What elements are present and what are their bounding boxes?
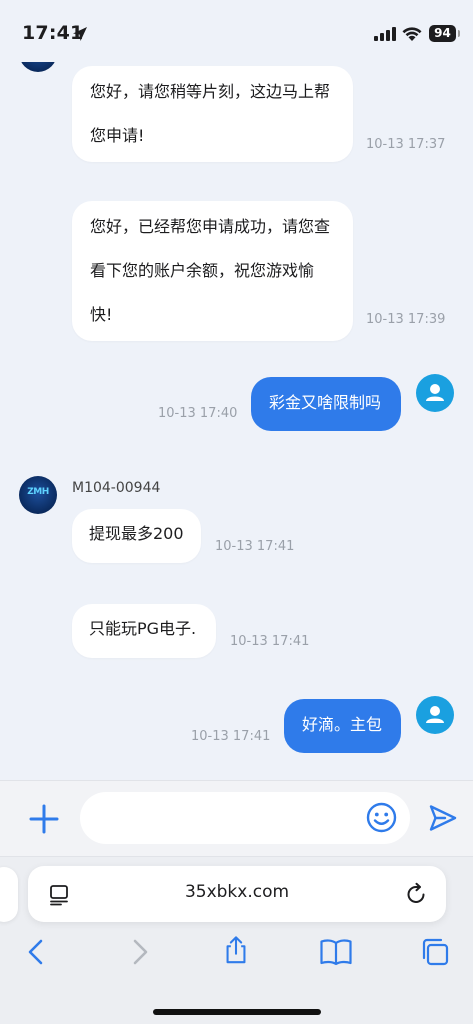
message-bubble-user: 好滴。主包 [284,699,401,753]
agent-avatar: ZMH [19,476,57,514]
home-indicator [153,1009,321,1015]
message-timestamp: 10-13 17:41 [230,634,310,649]
battery-indicator: 94 [429,25,460,42]
message-timestamp: 10-13 17:41 [215,539,295,554]
user-avatar [416,696,454,734]
previous-tab-peek[interactable] [0,867,18,922]
person-icon [426,706,444,723]
message-timestamp: 10-13 17:39 [366,312,446,327]
tabs-icon[interactable] [420,937,450,967]
message-text: 您好，请您稍等片刻，这边马上帮您申请! [90,82,331,145]
message-text: 您好，已经帮您申请成功，请您查看下您的账户余额，祝您游戏愉快! [90,217,331,324]
message-timestamp: 10-13 17:37 [366,137,446,152]
message-input[interactable] [80,792,410,844]
message-composer [0,780,473,856]
url-text[interactable]: 35xbkx.com [28,882,446,902]
message-bubble-agent: 您好，请您稍等片刻，这边马上帮您申请! [72,66,353,162]
share-icon[interactable] [221,935,251,965]
message-bubble-user: 彩金又啥限制吗 [251,377,401,431]
message-timestamp: 10-13 17:40 [158,406,238,421]
forward-chevron-icon[interactable] [124,937,154,967]
browser-bottom-bar: 35xbkx.com [0,856,473,1024]
send-icon[interactable] [428,803,458,833]
status-bar: 17:41 94 [0,0,473,62]
back-chevron-icon[interactable] [22,937,52,967]
message-text: 只能玩PG电子. [89,619,197,638]
message-bubble-agent: 您好，已经帮您申请成功，请您查看下您的账户余额，祝您游戏愉快! [72,201,353,341]
user-avatar [416,374,454,412]
message-bubble-agent: 提现最多200 [72,509,201,563]
wifi-icon [402,27,422,41]
sender-name: M104-00944 [72,480,161,496]
message-bubble-agent: 只能玩PG电子. [72,604,216,658]
address-bar[interactable]: 35xbkx.com [28,866,446,922]
location-arrow-icon [73,27,87,41]
message-timestamp: 10-13 17:41 [191,729,271,744]
message-text: 好滴。主包 [302,715,383,734]
message-text: 彩金又啥限制吗 [269,393,382,412]
book-icon[interactable] [319,937,353,967]
message-text: 提现最多200 [89,524,184,543]
chat-area[interactable]: 您好，请您稍等片刻，这边马上帮您申请! 10-13 17:37 您好，已经帮您申… [0,0,473,780]
person-icon [426,384,444,401]
reload-icon[interactable] [405,882,428,905]
cellular-signal-icon [374,27,396,41]
plus-icon[interactable] [28,803,60,835]
smiley-icon[interactable] [366,802,397,833]
